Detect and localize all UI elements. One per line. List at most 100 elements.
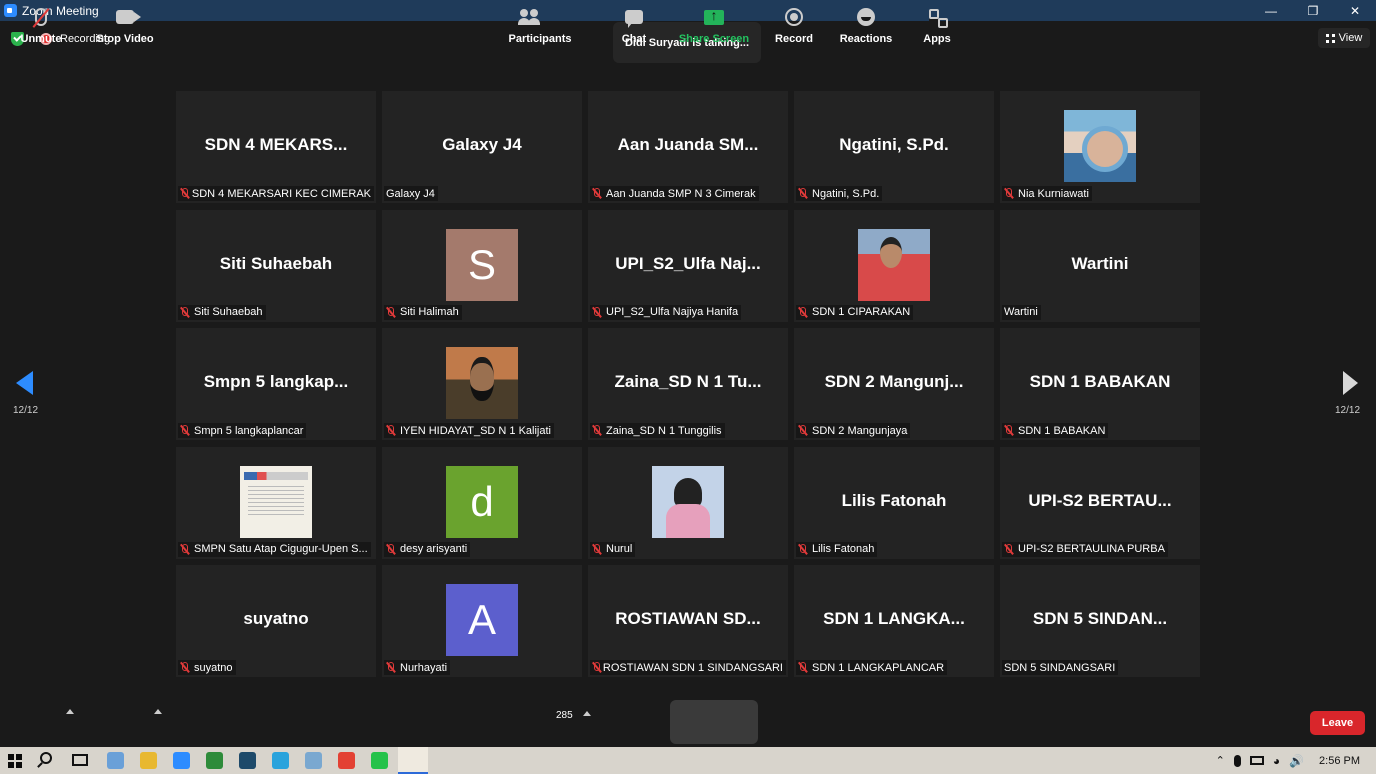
avatar: A <box>446 584 518 656</box>
file-explorer-icon[interactable] <box>140 752 157 769</box>
chrome-app-icon[interactable] <box>338 752 355 769</box>
participant-tile[interactable]: Nia Kurniawati <box>1000 91 1200 203</box>
participant-display-name: Wartini <box>1071 253 1129 273</box>
share-screen-icon <box>704 7 724 25</box>
participant-tile[interactable]: Lilis Fatonah Lilis Fatonah <box>794 446 994 559</box>
participant-name: Galaxy J4 <box>386 187 435 200</box>
participant-tile[interactable]: SDN 4 MEKARS... SDN 4 MEKARSARI KEC CIMER… <box>176 91 376 203</box>
battery-icon[interactable] <box>1249 756 1264 765</box>
avatar: S <box>446 228 518 301</box>
participant-tile[interactable]: SMPN Satu Atap Cigugur-Upen S... <box>176 446 376 559</box>
participant-name-label: UPI_S2_Ulfa Najiya Hanifa <box>590 304 742 320</box>
profile-photo <box>1064 110 1136 182</box>
participant-name: Wartini <box>1004 306 1038 318</box>
participant-tile[interactable]: Ngatini, S.Pd. Ngatini, S.Pd. <box>794 91 994 203</box>
participant-name: Ngatini, S.Pd. <box>812 187 880 200</box>
participant-name: SMPN Satu Atap Cigugur-Upen S... <box>194 543 368 555</box>
participant-name-label: Smpn 5 langkaplancar <box>178 423 307 438</box>
microphone-muted-icon <box>180 188 188 199</box>
profile-photo <box>652 465 724 538</box>
windows-start-icon[interactable] <box>8 754 22 768</box>
participant-tile[interactable]: d desy arisyanti <box>382 446 582 559</box>
participant-name: suyatno <box>194 661 233 674</box>
record-icon <box>785 8 803 26</box>
participant-name-label: Ngatini, S.Pd. <box>796 186 883 201</box>
view-label: View <box>1338 32 1363 44</box>
participant-tile[interactable]: SDN 5 SINDAN... SDN 5 SINDANGSARI <box>1000 565 1200 677</box>
participant-tile[interactable]: suyatno suyatno <box>176 565 376 677</box>
grid-view-icon <box>1325 33 1335 43</box>
share-screen-button[interactable]: Share Screen <box>676 0 752 50</box>
next-page-arrow-icon[interactable] <box>1343 371 1358 395</box>
participant-tile[interactable]: Wartini Wartini <box>1000 209 1200 322</box>
leave-button[interactable]: Leave <box>1310 711 1365 735</box>
close-button[interactable]: ✕ <box>1334 0 1376 21</box>
participant-tile[interactable]: SDN 2 Mangunj... SDN 2 Mangunjaya <box>794 328 994 440</box>
participant-display-name: Galaxy J4 <box>442 135 522 154</box>
participant-tile[interactable]: IYEN HIDAYAT_SD N 1 Kalijati <box>382 328 582 440</box>
participant-name: SDN 1 BABAKAN <box>1018 424 1106 437</box>
participant-tile[interactable]: ROSTIAWAN SD... ROSTIAWAN SDN 1 SINDANGSA… <box>588 565 788 677</box>
participant-tile[interactable]: UPI_S2_Ulfa Naj... UPI_S2_Ulfa Najiya Han… <box>588 209 788 322</box>
reactions-button[interactable]: Reactions <box>840 0 892 50</box>
participant-tile[interactable]: A Nurhayati <box>382 565 582 677</box>
stop-video-button[interactable]: Stop Video <box>96 0 154 50</box>
participant-tile[interactable]: Smpn 5 langkap... Smpn 5 langkaplancar <box>176 328 376 440</box>
microphone-muted-icon <box>386 425 395 436</box>
view-button[interactable]: View <box>1318 28 1370 48</box>
participant-tile[interactable]: SDN 1 LANGKA... SDN 1 LANGKAPLANCAR <box>794 565 994 677</box>
participant-name: SDN 1 LANGKAPLANCAR <box>812 661 945 674</box>
participant-name-label: SDN 1 CIPARAKAN <box>796 304 914 320</box>
participant-tile[interactable]: Zaina_SD N 1 Tu... Zaina_SD N 1 Tunggilis <box>588 328 788 440</box>
telegram-app-icon[interactable] <box>272 752 289 769</box>
participant-tile[interactable]: Siti Suhaebah Siti Suhaebah <box>176 209 376 322</box>
participant-name-label: suyatno <box>178 660 236 675</box>
search-icon[interactable] <box>40 752 52 764</box>
apps-button[interactable]: Apps <box>920 0 954 50</box>
participant-tile[interactable]: S Siti Halimah <box>382 209 582 322</box>
microphone-muted-icon <box>386 306 395 318</box>
participant-tile[interactable]: Galaxy J4 Galaxy J4 <box>382 91 582 203</box>
docs-app-icon[interactable] <box>305 752 322 769</box>
record-button[interactable]: Record <box>774 0 814 50</box>
microphone-muted-icon <box>180 662 189 673</box>
wifi-icon[interactable]: ◕ <box>1273 754 1280 768</box>
taskbar-clock[interactable]: 2:56 PM <box>1319 755 1360 767</box>
participant-name: ROSTIAWAN SDN 1 SINDANGSARI <box>602 661 783 674</box>
participant-name-label: Nia Kurniawati <box>1002 186 1092 201</box>
microphone-muted-icon <box>798 662 807 673</box>
participants-options-chevron-up-icon[interactable] <box>583 711 591 716</box>
participant-tile[interactable]: Aan Juanda SM... Aan Juanda SMP N 3 Cimer… <box>588 91 788 203</box>
participant-display-name: Lilis Fatonah <box>841 490 947 510</box>
chat-button[interactable]: Chat <box>614 0 654 50</box>
unmute-button[interactable]: Unmute <box>16 0 66 50</box>
microphone-tray-icon[interactable] <box>1233 754 1241 767</box>
zoom-app-icon[interactable] <box>173 752 190 769</box>
participant-display-name: Smpn 5 langkap... <box>203 372 349 391</box>
minimize-button[interactable]: — <box>1250 0 1292 21</box>
previous-page-arrow-icon[interactable] <box>16 371 33 395</box>
participant-tile[interactable]: SDN 1 CIPARAKAN <box>794 209 994 322</box>
excel-app-icon[interactable] <box>206 752 223 769</box>
microphone-muted-icon <box>386 662 395 673</box>
video-options-chevron-up-icon[interactable] <box>154 709 162 714</box>
task-view-icon[interactable] <box>72 754 88 766</box>
avatar: d <box>446 465 518 538</box>
media-app-icon[interactable] <box>239 752 256 769</box>
participants-count: 285 <box>556 710 573 721</box>
participant-tile[interactable]: UPI-S2 BERTAU... UPI-S2 BERTAULINA PURBA <box>1000 446 1200 559</box>
whatsapp-app-icon[interactable] <box>371 752 388 769</box>
participant-tile[interactable]: SDN 1 BABAKAN SDN 1 BABAKAN <box>1000 328 1200 440</box>
audio-options-chevron-up-icon[interactable] <box>66 709 74 714</box>
photos-app-icon[interactable] <box>107 752 124 769</box>
participants-button[interactable]: Participants <box>509 0 571 50</box>
participant-name: SDN 2 Mangunjaya <box>812 424 908 437</box>
chevron-up-icon[interactable]: ⌃ <box>1216 754 1225 767</box>
participant-name: Nurul <box>606 543 633 555</box>
restore-button[interactable]: ❐ <box>1292 0 1334 21</box>
participants-icon <box>518 9 540 25</box>
participant-display-name: ROSTIAWAN SD... <box>615 609 761 628</box>
volume-icon[interactable]: 🔊 <box>1289 754 1304 768</box>
participant-tile[interactable]: Nurul <box>588 446 788 559</box>
microphone-muted-icon <box>1004 425 1013 436</box>
